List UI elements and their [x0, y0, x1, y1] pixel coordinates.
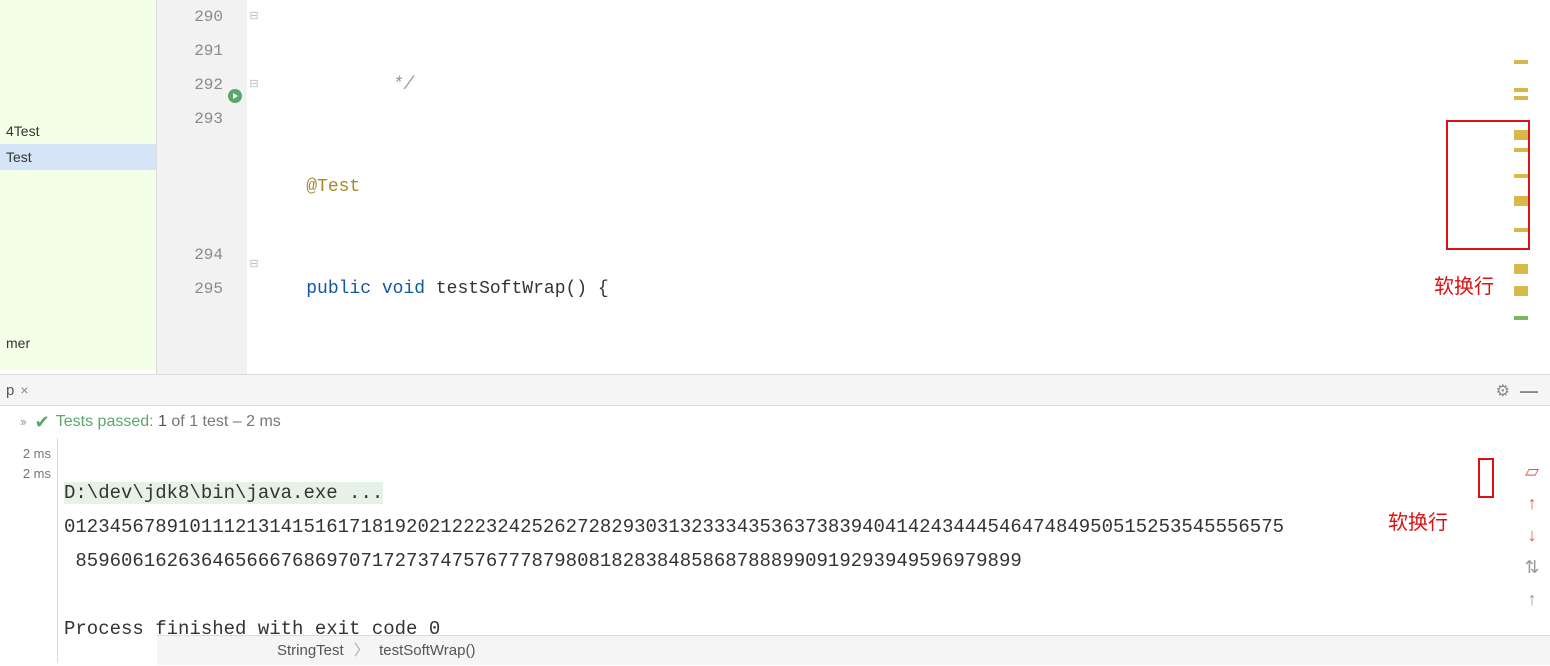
- annotation-label: 软换行: [1388, 508, 1448, 542]
- test-duration: 2 ms: [0, 444, 57, 464]
- annotation: @Test: [306, 177, 360, 197]
- gear-icon[interactable]: ⚙: [1496, 381, 1510, 401]
- run-tool-header: p × ⚙ —: [0, 374, 1550, 406]
- editor[interactable]: 290 291 292 293 294 295 ⊟ ⊟ ⊟ */ @Test p…: [157, 0, 1550, 374]
- soft-wrap-toggle-icon[interactable]: ▱: [1522, 456, 1542, 476]
- scroll-down-icon[interactable]: ↓: [1522, 520, 1542, 540]
- scroll-up-icon[interactable]: ↑: [1522, 488, 1542, 508]
- line-number: 293: [157, 102, 223, 136]
- error-stripe[interactable]: [1514, 0, 1528, 340]
- tests-passed-icon: ✔: [35, 406, 50, 438]
- close-tab-icon[interactable]: ×: [20, 382, 28, 398]
- keyword: void: [382, 279, 425, 299]
- line-number: 294: [157, 238, 223, 272]
- console-line: 0123456789101112131415161718192021222324…: [64, 516, 1284, 538]
- line-number-gutter: 290 291 292 293 294 295: [157, 0, 247, 374]
- project-tree[interactable]: 4Test Test mer: [0, 0, 157, 374]
- console-command: D:\dev\jdk8\bin\java.exe ...: [64, 482, 383, 504]
- fold-marker-icon[interactable]: ⊟: [247, 77, 261, 91]
- line-number: 291: [157, 34, 223, 68]
- tests-total-label: of 1 test: [171, 406, 228, 438]
- tree-item[interactable]: 4Test: [0, 118, 156, 144]
- test-status-bar: ›› ✔ Tests passed: 1 of 1 test – 2 ms: [0, 406, 1550, 438]
- run-gutter-icon[interactable]: [227, 88, 243, 104]
- test-tree[interactable]: 2 ms 2 ms: [0, 438, 58, 663]
- toggle-sort-icon[interactable]: ⇅: [1522, 552, 1542, 572]
- run-config-tab[interactable]: p: [0, 382, 14, 399]
- fold-column[interactable]: ⊟ ⊟ ⊟: [247, 0, 263, 374]
- tests-passed-label: Tests passed:: [56, 406, 154, 438]
- method-name: testSoftWrap: [436, 279, 566, 299]
- console-output[interactable]: D:\dev\jdk8\bin\java.exe ... 01234567891…: [58, 438, 1550, 663]
- tree-item-selected[interactable]: Test: [0, 144, 156, 170]
- tree-item[interactable]: mer: [0, 330, 156, 356]
- tests-time: – 2 ms: [233, 406, 281, 438]
- expand-icon[interactable]: ››: [20, 406, 25, 438]
- comment: */: [393, 75, 415, 95]
- test-duration: 2 ms: [0, 464, 57, 484]
- code-text: () {: [566, 279, 609, 299]
- annotation-box: [1478, 458, 1494, 498]
- console-line: 8596061626364656667686970717273747576777…: [75, 550, 1021, 572]
- fold-marker-icon[interactable]: ⊟: [247, 257, 261, 271]
- scroll-to-end-icon[interactable]: ↑: [1522, 584, 1542, 604]
- tests-passed-count: 1: [158, 406, 167, 438]
- console-exit: Process finished with exit code 0: [64, 618, 440, 640]
- fold-marker-icon[interactable]: ⊟: [247, 9, 261, 23]
- line-number: 292: [157, 68, 223, 102]
- hide-panel-icon[interactable]: —: [1520, 381, 1538, 402]
- line-number: 290: [157, 0, 223, 34]
- code-content[interactable]: */ @Test public void testSoftWrap() { Sy…: [263, 0, 1550, 374]
- line-number: 295: [157, 272, 223, 306]
- keyword: public: [306, 279, 371, 299]
- annotation-label: 软换行: [1434, 272, 1494, 306]
